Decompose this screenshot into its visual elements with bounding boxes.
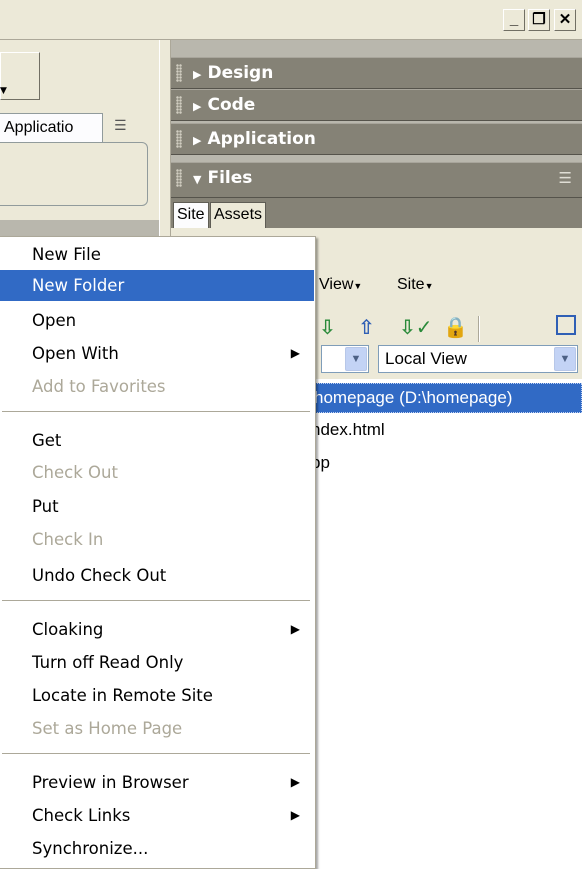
dropdown-arrow-icon[interactable]: ▼ bbox=[0, 86, 7, 96]
site-menu[interactable]: Site▼ bbox=[397, 276, 434, 294]
menu-item-label: Synchronize... bbox=[32, 839, 149, 858]
menu-item-label: Get bbox=[32, 431, 62, 450]
panel-title: Code bbox=[207, 95, 256, 115]
code-panel-header[interactable]: ▶ Code bbox=[171, 89, 582, 121]
tree-item-file[interactable]: ndex.html bbox=[311, 416, 385, 446]
menu-item-get[interactable]: Get bbox=[0, 425, 314, 456]
get-files-icon[interactable]: ⇩ bbox=[319, 315, 336, 339]
menu-separator bbox=[2, 600, 310, 602]
menu-item-check-in[interactable]: Check In bbox=[0, 524, 314, 555]
minimize-button[interactable]: _ bbox=[503, 9, 525, 31]
close-button[interactable]: ✕ bbox=[554, 9, 576, 31]
submenu-arrow-icon: ▶ bbox=[290, 808, 300, 822]
list-menu-icon[interactable]: ☰ bbox=[114, 118, 136, 136]
menu-item-label: Check Out bbox=[32, 463, 118, 482]
menu-item-label: Put bbox=[32, 497, 59, 516]
chevron-down-icon[interactable]: ▼ bbox=[345, 347, 367, 371]
title-bar: _ ❐ ✕ bbox=[0, 0, 582, 40]
design-panel-header[interactable]: ▶ Design bbox=[171, 57, 582, 89]
menu-item-new-folder[interactable]: New Folder bbox=[0, 270, 314, 301]
site-select[interactable]: ▼ bbox=[321, 345, 369, 373]
grip-icon[interactable] bbox=[176, 64, 182, 82]
restore-button[interactable]: ❐ bbox=[528, 9, 550, 31]
panel-title: Application bbox=[207, 129, 316, 149]
menu-item-label: Set as Home Page bbox=[32, 719, 183, 738]
check-in-icon[interactable]: 🔒 bbox=[443, 315, 468, 339]
menu-item-label: Add to Favorites bbox=[32, 377, 166, 396]
left-panel: ▼ Applicatio ☰ bbox=[0, 40, 159, 220]
menu-separator bbox=[2, 411, 310, 413]
tab-application[interactable]: Applicatio bbox=[0, 113, 103, 143]
expand-arrow-icon: ▶ bbox=[193, 134, 202, 147]
options-menu-icon[interactable]: ☰ bbox=[559, 163, 572, 193]
menu-item-label: Preview in Browser bbox=[32, 773, 189, 792]
submenu-arrow-icon: ▶ bbox=[290, 346, 300, 360]
menu-item-locate-in-remote-site[interactable]: Locate in Remote Site bbox=[0, 680, 314, 711]
menu-item-cloaking[interactable]: Cloaking ▶ bbox=[0, 614, 314, 645]
grip-icon[interactable] bbox=[176, 169, 182, 187]
site-menu-label: Site bbox=[397, 276, 425, 293]
menu-item-check-out[interactable]: Check Out bbox=[0, 457, 314, 488]
menu-item-label: Check Links bbox=[32, 806, 131, 825]
collapse-arrow-icon: ▼ bbox=[193, 173, 202, 186]
menu-item-label: New Folder bbox=[32, 276, 125, 295]
chevron-down-icon[interactable]: ▼ bbox=[554, 347, 576, 371]
menu-item-label: New File bbox=[32, 245, 101, 264]
view-menu-label: View bbox=[319, 276, 354, 293]
grip-icon[interactable] bbox=[176, 130, 182, 148]
tree-item-site-root[interactable]: homepage (D:\homepage) bbox=[311, 383, 582, 413]
menu-item-label: Undo Check Out bbox=[32, 566, 167, 585]
menu-item-label: Locate in Remote Site bbox=[32, 686, 213, 705]
menu-separator bbox=[2, 753, 310, 755]
menu-item-open-with[interactable]: Open With ▶ bbox=[0, 338, 314, 369]
menu-item-label: Turn off Read Only bbox=[32, 653, 184, 672]
panel-title: Design bbox=[207, 63, 274, 83]
menu-item-label: Check In bbox=[32, 530, 104, 549]
files-tab-bar: Site Assets bbox=[171, 198, 582, 228]
submenu-arrow-icon: ▶ bbox=[290, 622, 300, 636]
submenu-arrow-icon: ▶ bbox=[290, 775, 300, 789]
view-select-value: Local View bbox=[385, 349, 467, 368]
menu-item-open[interactable]: Open bbox=[0, 305, 314, 336]
menu-item-synchronize[interactable]: Synchronize... bbox=[0, 833, 314, 864]
menu-item-turn-off-read-only[interactable]: Turn off Read Only bbox=[0, 647, 314, 678]
expand-collapse-icon[interactable] bbox=[556, 315, 576, 335]
menu-item-label: Cloaking bbox=[32, 620, 104, 639]
menu-item-put[interactable]: Put bbox=[0, 491, 314, 522]
context-menu: New File New Folder Open Open With ▶ Add … bbox=[0, 236, 316, 869]
expand-arrow-icon: ▶ bbox=[193, 68, 202, 81]
menu-item-undo-check-out[interactable]: Undo Check Out bbox=[0, 560, 314, 591]
check-out-icon[interactable]: ⇩✓ bbox=[399, 315, 433, 339]
menu-item-set-as-home-page[interactable]: Set as Home Page bbox=[0, 713, 314, 744]
panel-title: Files bbox=[207, 168, 253, 188]
application-panel-body bbox=[0, 142, 148, 206]
expand-arrow-icon: ▶ bbox=[193, 100, 202, 113]
dropdown-arrow-icon: ▼ bbox=[424, 281, 434, 291]
menu-item-check-links[interactable]: Check Links ▶ bbox=[0, 800, 314, 831]
view-select[interactable]: Local View ▼ bbox=[378, 345, 578, 373]
dropdown-arrow-icon: ▼ bbox=[353, 281, 363, 291]
grip-icon[interactable] bbox=[176, 96, 182, 114]
menu-item-new-file[interactable]: New File bbox=[0, 239, 314, 270]
files-panel-header[interactable]: ▼ Files ☰ bbox=[171, 162, 582, 198]
tab-assets[interactable]: Assets bbox=[210, 202, 267, 228]
tab-site[interactable]: Site bbox=[173, 202, 209, 228]
menu-item-add-to-favorites[interactable]: Add to Favorites bbox=[0, 371, 314, 402]
application-panel-header[interactable]: ▶ Application bbox=[171, 123, 582, 155]
menu-item-preview-in-browser[interactable]: Preview in Browser ▶ bbox=[0, 767, 314, 798]
menu-item-label: Open With bbox=[32, 344, 119, 363]
menu-item-label: Open bbox=[32, 311, 77, 330]
toolbar-divider bbox=[478, 316, 480, 342]
put-files-icon[interactable]: ⇧ bbox=[358, 315, 375, 339]
view-menu[interactable]: View▼ bbox=[319, 276, 362, 294]
